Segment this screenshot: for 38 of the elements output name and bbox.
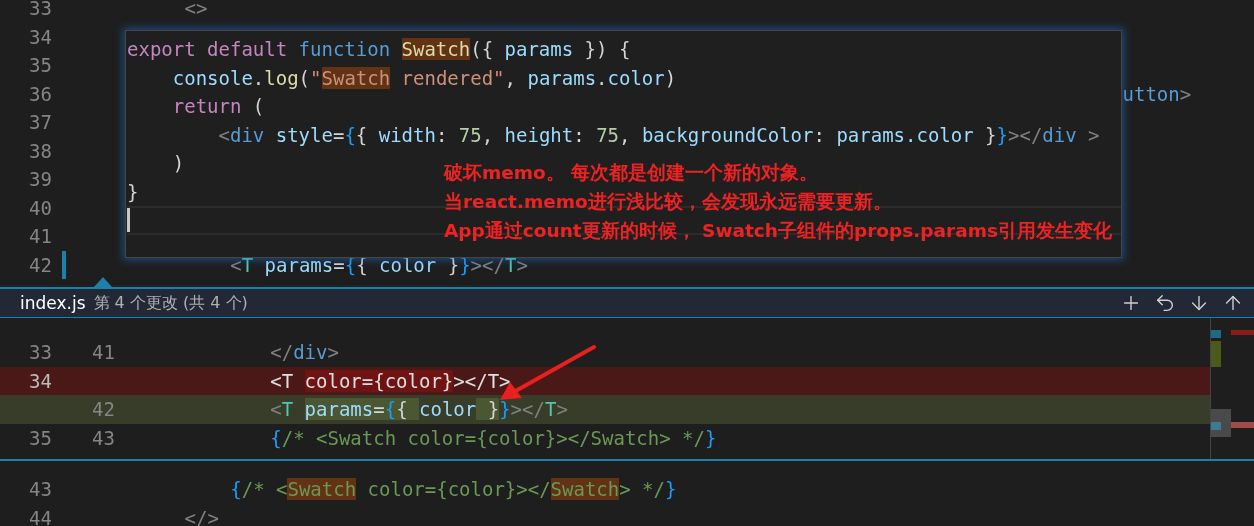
line-number: 34 xyxy=(28,25,53,48)
code-line: {/* <Swatch color={color}></Swatch> */} xyxy=(270,426,717,449)
code-line: <div style={{ width: 75, height: 75, backgroundColor: params.color }}></div > xyxy=(218,123,1100,146)
change-counter: 第 4 个更改 (共 4 个) xyxy=(93,292,248,314)
line-number: 33 xyxy=(29,341,52,364)
line-number: 41 xyxy=(92,341,115,364)
file-name: index.js xyxy=(20,293,86,313)
line-number: 35 xyxy=(28,54,53,77)
code-line: {/* <Swatch color={color}></Swatch> */} xyxy=(230,478,677,501)
line-number: 34 xyxy=(29,369,52,392)
annotation-text: 破坏memo。 每次都是创建一个新的对象。 xyxy=(444,161,820,185)
code-line: </div> xyxy=(270,341,339,364)
line-number: 37 xyxy=(28,111,53,134)
line-number: 35 xyxy=(29,426,52,449)
line-number: 44 xyxy=(28,506,53,526)
code-line: <T color={color}></T> xyxy=(270,369,511,392)
annotation-text: 当react.memo进行浅比较，会发现永远需要更新。 xyxy=(444,190,893,214)
code-line: export default function Swatch({ params }) { xyxy=(127,38,631,61)
code-line: <T params={{ color }}></T> xyxy=(270,398,568,421)
code-line: utton> xyxy=(1122,82,1192,105)
code-line: ) xyxy=(172,152,185,175)
code-line: console.log("Swatch rendered", params.color) xyxy=(172,66,677,89)
line-number: 42 xyxy=(28,253,53,276)
line-number: 43 xyxy=(28,478,53,501)
line-number: 39 xyxy=(28,168,53,191)
code-line: <> xyxy=(184,0,208,20)
code-line: </> xyxy=(184,506,219,526)
line-number: 36 xyxy=(28,82,53,105)
line-number: 33 xyxy=(28,0,53,20)
text-cursor xyxy=(127,208,130,233)
code-line: } xyxy=(127,180,139,203)
line-number: 38 xyxy=(28,139,53,162)
line-number: 42 xyxy=(92,398,115,421)
line-number: 41 xyxy=(28,225,53,248)
code-line: return ( xyxy=(172,95,265,118)
line-number: 43 xyxy=(92,426,115,449)
annotation-text: App通过count更新的时候， Swatch子组件的props.params引用发生变化 xyxy=(444,219,1112,243)
line-number: 40 xyxy=(28,196,53,219)
